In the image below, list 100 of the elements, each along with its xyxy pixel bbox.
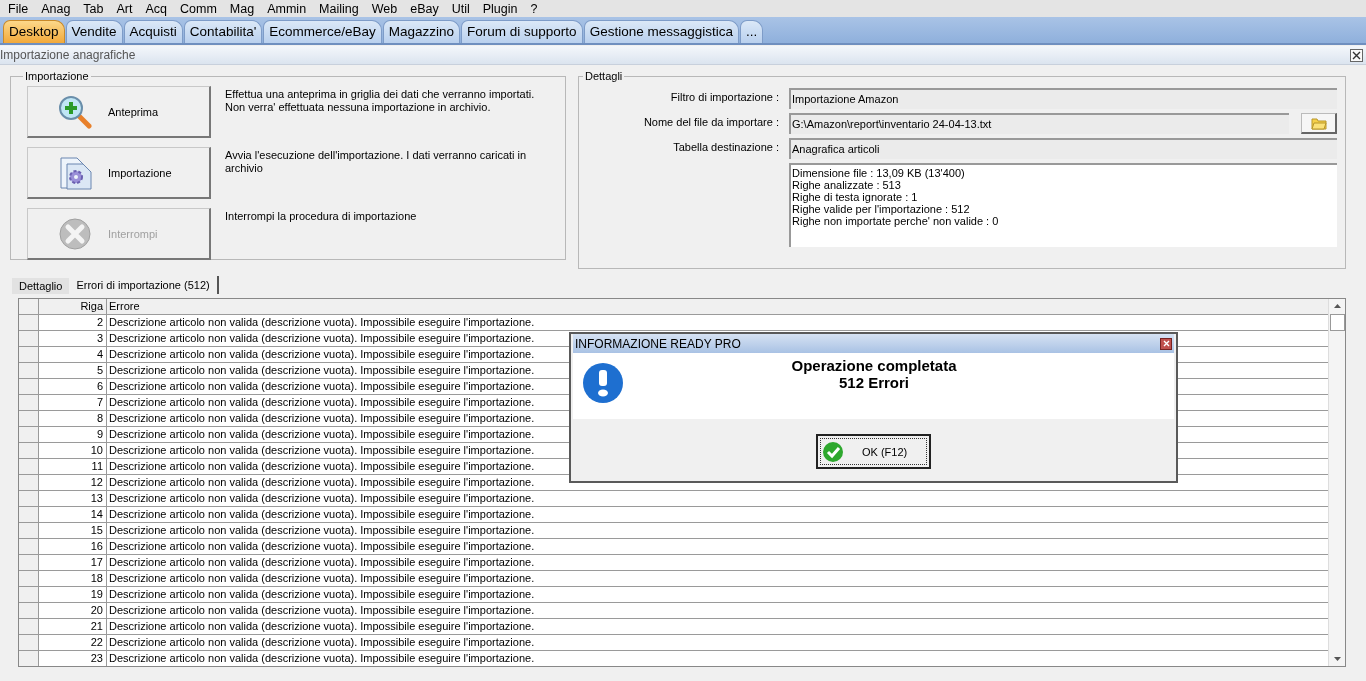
table-cell-text: Descrizione articolo non valida (descrizione vuota). Impossibile eseguire l'importazione. xyxy=(108,507,535,522)
table-cell: 13 xyxy=(39,491,107,506)
action-button[interactable]: Anteprima xyxy=(27,86,211,138)
browse-button[interactable] xyxy=(1301,113,1337,134)
tab[interactable]: Dettaglio xyxy=(12,278,70,294)
tab[interactable]: Vendite xyxy=(65,20,123,43)
table-cell-text: Descrizione articolo non valida (descrizione vuota). Impossibile eseguire l'importazione. xyxy=(108,347,535,362)
menu-item[interactable]: Util xyxy=(446,1,478,16)
row-header[interactable] xyxy=(19,507,39,522)
group-title: Importazione xyxy=(24,70,90,82)
row-header[interactable] xyxy=(19,475,39,490)
close-icon[interactable] xyxy=(1350,48,1363,62)
scroll-thumb[interactable] xyxy=(1329,314,1345,331)
row-header[interactable] xyxy=(19,331,39,346)
group-title: Dettagli xyxy=(584,70,624,82)
table-cell-text: Descrizione articolo non valida (descrizione vuota). Impossibile eseguire l'importazione. xyxy=(108,411,535,426)
tab[interactable]: Ecommerce/eBay xyxy=(263,20,382,43)
table-cell-text: Descrizione articolo non valida (descrizione vuota). Impossibile eseguire l'importazione. xyxy=(108,651,535,666)
row-header[interactable] xyxy=(19,571,39,586)
dialog-title: INFORMAZIONE READY PRO xyxy=(575,336,741,351)
row-header[interactable] xyxy=(19,603,39,618)
row-header[interactable] xyxy=(19,619,39,634)
menu-item[interactable]: Acq xyxy=(140,1,176,16)
scrollbar[interactable] xyxy=(1328,299,1345,666)
table-cell-text: Descrizione articolo non valida (descrizione vuota). Impossibile eseguire l'importazione. xyxy=(108,587,535,602)
table-cell: 14 xyxy=(39,507,107,522)
action-description: Avvia l'esecuzione dell'importazione. I dati verranno caricati in archivio xyxy=(225,148,528,176)
menu-item[interactable]: Mag xyxy=(224,1,263,16)
tab[interactable]: Acquisti xyxy=(123,20,183,43)
field-value: G:\Amazon\report\inventario 24-04-13.txt xyxy=(789,113,1289,134)
row-header[interactable] xyxy=(19,427,39,442)
magnifier-icon xyxy=(58,94,92,129)
row-header[interactable] xyxy=(19,379,39,394)
row-header[interactable] xyxy=(19,539,39,554)
row-header[interactable] xyxy=(19,395,39,410)
table-cell-text: Descrizione articolo non valida (descrizione vuota). Impossibile eseguire l'importazione. xyxy=(108,619,535,634)
summary-line: Righe non importate perche' non valide : 0 xyxy=(792,215,1000,227)
field-label: Tabella destinazione : xyxy=(672,140,779,155)
field-value: Importazione Amazon xyxy=(789,88,1337,109)
table-cell: 8 xyxy=(39,411,107,426)
table-cell-text: Descrizione articolo non valida (descrizione vuota). Impossibile eseguire l'importazione. xyxy=(108,491,535,506)
action-button[interactable]: Importazione xyxy=(27,147,211,199)
table-cell-text: Descrizione articolo non valida (descrizione vuota). Impossibile eseguire l'importazione. xyxy=(108,427,535,442)
table-cell: 17 xyxy=(39,555,107,570)
folder-icon xyxy=(1310,116,1327,130)
ok-button[interactable]: OK (F12) xyxy=(816,434,931,469)
table-cell-text: Descrizione articolo non valida (descrizione vuota). Impossibile eseguire l'importazione. xyxy=(108,395,535,410)
menu-item[interactable]: File xyxy=(3,1,37,16)
scroll-up-icon[interactable] xyxy=(1333,304,1341,308)
row-header[interactable] xyxy=(19,459,39,474)
table-cell-text: Descrizione articolo non valida (descrizione vuota). Impossibile eseguire l'importazione. xyxy=(108,363,535,378)
menu-item[interactable]: Art xyxy=(111,1,141,16)
table-cell-text: Descrizione articolo non valida (descrizione vuota). Impossibile eseguire l'importazione. xyxy=(108,555,535,570)
row-header[interactable] xyxy=(19,443,39,458)
tab[interactable]: Gestione messaggistica xyxy=(583,20,739,43)
table-cell: 21 xyxy=(39,619,107,634)
field-label: Filtro di importazione : xyxy=(669,90,779,105)
menu-item[interactable]: Ammin xyxy=(262,1,315,16)
row-header[interactable] xyxy=(19,347,39,362)
tab[interactable]: Contabilita' xyxy=(183,20,263,43)
check-icon xyxy=(822,440,844,463)
table-cell-text: Descrizione articolo non valida (descrizione vuota). Impossibile eseguire l'importazione. xyxy=(108,475,535,490)
tab[interactable]: ... xyxy=(739,20,764,43)
table-cell-text: Descrizione articolo non valida (descrizione vuota). Impossibile eseguire l'importazione. xyxy=(108,459,535,474)
row-header[interactable] xyxy=(19,555,39,570)
row-header[interactable] xyxy=(19,491,39,506)
table-cell-text: Descrizione articolo non valida (descrizione vuota). Impossibile eseguire l'importazione. xyxy=(108,635,535,650)
tab[interactable]: Magazzino xyxy=(382,20,461,43)
menu-item[interactable]: Mailing xyxy=(314,1,367,16)
tab[interactable]: Forum di supporto xyxy=(461,20,583,43)
row-header[interactable] xyxy=(19,587,39,602)
table-cell-text: Descrizione articolo non valida (descrizione vuota). Impossibile eseguire l'importazione. xyxy=(108,443,535,458)
menu-item[interactable]: eBay xyxy=(405,1,447,16)
table-cell: 19 xyxy=(39,587,107,602)
menu-item[interactable]: Web xyxy=(366,1,406,16)
summary-line: Dimensione file : 13,09 KB (13'400) xyxy=(792,167,966,179)
row-header[interactable] xyxy=(19,523,39,538)
row-header[interactable] xyxy=(19,411,39,426)
menu-item[interactable]: Anag xyxy=(36,1,79,16)
column-header: Errore xyxy=(108,299,140,314)
menu-item[interactable]: Tab xyxy=(78,1,112,16)
row-header[interactable] xyxy=(19,315,39,330)
row-header[interactable] xyxy=(19,363,39,378)
table-cell: 7 xyxy=(39,395,107,410)
table-cell: 20 xyxy=(39,603,107,618)
menu-item[interactable]: Plugin xyxy=(477,1,526,16)
menu-item[interactable]: Comm xyxy=(175,1,225,16)
field-value: Anagrafica articoli xyxy=(789,138,1337,159)
window-title: Importazione anagrafiche xyxy=(0,48,136,62)
row-header[interactable] xyxy=(19,651,39,666)
table-cell: 4 xyxy=(39,347,107,362)
table-cell-text: Descrizione articolo non valida (descrizione vuota). Impossibile eseguire l'importazione. xyxy=(108,379,535,394)
menu-item[interactable]: ? xyxy=(525,1,546,16)
close-icon[interactable] xyxy=(1160,337,1172,350)
scroll-down-icon[interactable] xyxy=(1333,657,1341,661)
row-header[interactable] xyxy=(19,635,39,650)
table-cell: 12 xyxy=(39,475,107,490)
action-description: Effettua una anteprima in griglia dei dati che verranno importati. Non verra' effettuata nessuna importazione in archivio. xyxy=(225,87,536,115)
table-cell: 23 xyxy=(39,651,107,666)
tab[interactable]: Desktop xyxy=(3,20,65,43)
